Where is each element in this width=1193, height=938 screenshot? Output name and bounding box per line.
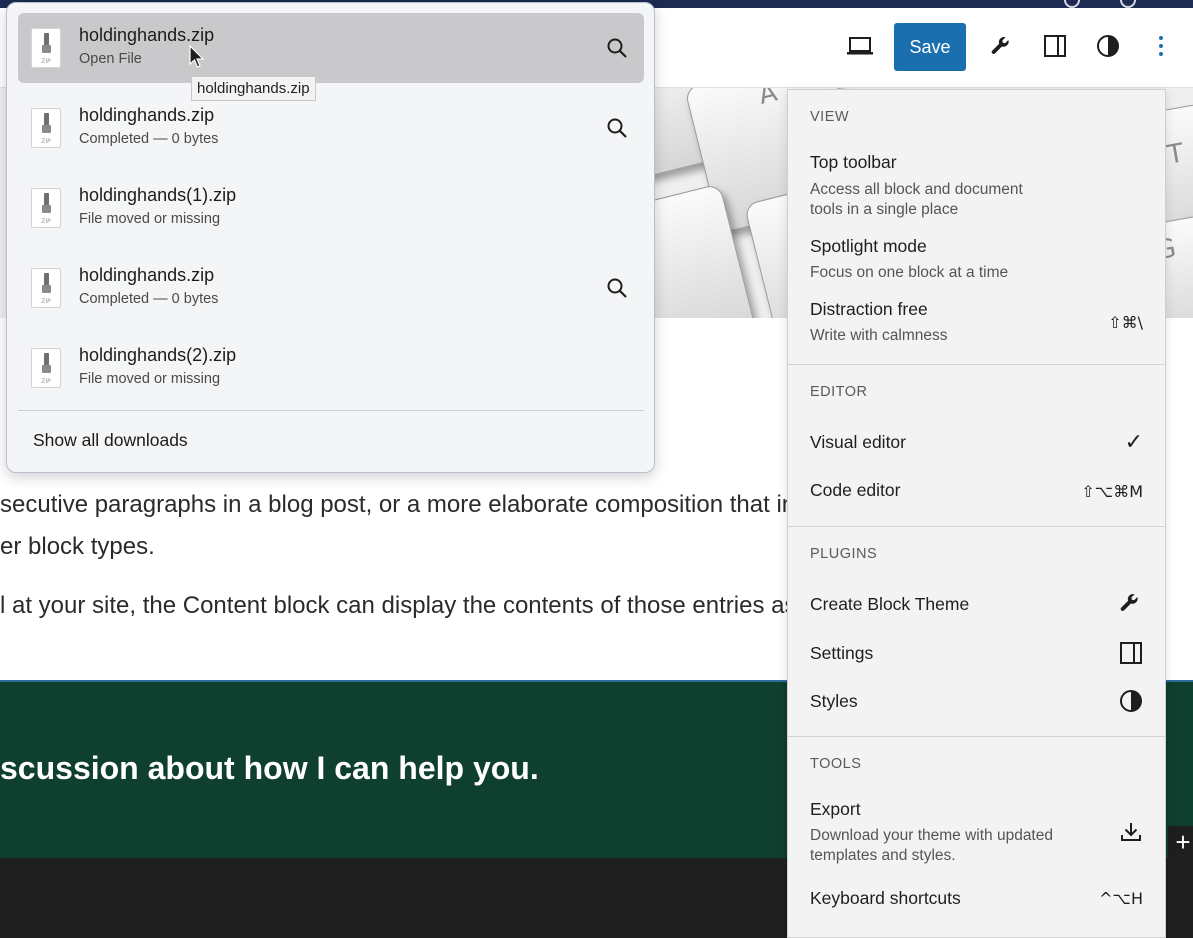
download-item[interactable]: ZIP holdinghands(2).zip File moved or mi… [18,333,644,403]
menu-item-title: Code editor [810,480,901,500]
menu-item-title: Top toolbar [810,152,897,172]
download-filename: holdinghands.zip [79,105,215,125]
download-filename: holdinghands.zip [79,265,215,285]
profile-circle-icon [1064,0,1080,8]
cta-heading[interactable]: scussion about how I can help you. [0,750,539,787]
menu-item-title: Styles [810,691,858,711]
sidebar-icon[interactable] [1038,22,1072,70]
menu-item-description: templates and styles. [810,847,956,864]
menu-item-spotlight-mode[interactable]: Spotlight mode Focus on one block at a t… [788,228,1165,284]
paragraph-line[interactable]: l at your site, the Content block can di… [0,592,796,620]
desktop-preview-icon[interactable] [842,22,878,70]
keyboard-shortcut: ^⌥H [1099,889,1143,908]
contrast-icon [1119,689,1143,713]
save-button[interactable]: Save [894,23,966,71]
add-block-icon[interactable]: + [1168,826,1193,858]
download-item[interactable]: ZIP holdinghands.zip Completed — 0 bytes [18,253,644,323]
download-status: Completed — 0 bytes [79,131,219,147]
menu-item-distraction-free[interactable]: Distraction free Write with calmness ⇧⌘\ [788,292,1165,352]
menu-separator [788,364,1165,365]
options-menu: VIEW Top toolbar Access all block and do… [787,89,1166,938]
zip-file-icon: ZIP [31,348,61,388]
menu-item-description: Access all block and document [810,181,1023,198]
show-in-folder-search-icon[interactable] [605,36,629,60]
section-label-tools: TOOLS [810,756,862,772]
zip-file-icon: ZIP [31,188,61,228]
menu-item-styles[interactable]: Styles [788,681,1165,723]
show-in-folder-search-icon[interactable] [605,276,629,300]
menu-item-title: Distraction free [810,299,928,319]
section-label-editor: EDITOR [810,384,868,400]
menu-item-title: Export [810,799,861,819]
wrench-icon[interactable] [984,22,1018,70]
menu-item-description: Write with calmness [810,327,948,344]
download-filename: holdinghands.zip [79,25,215,45]
menu-separator [788,736,1165,737]
more-options-icon[interactable] [1148,22,1174,70]
section-label-plugins: PLUGINS [810,546,878,562]
section-label-view: VIEW [810,109,850,125]
show-all-downloads-link[interactable]: Show all downloads [33,430,188,451]
menu-item-create-block-theme[interactable]: Create Block Theme [788,584,1165,626]
menu-item-title: Spotlight mode [810,236,927,256]
menu-item-description: Download your theme with updated [810,827,1053,844]
checkmark-icon: ✓ [1124,430,1143,455]
extension-circle-icon [1120,0,1136,8]
wrench-icon [1119,592,1143,616]
zip-file-icon: ZIP [31,108,61,148]
menu-item-title: Visual editor [810,432,906,452]
sidebar-panel-icon [1119,641,1143,665]
download-item[interactable]: ZIP holdinghands.zip Completed — 0 bytes [18,93,644,163]
download-status: File moved or missing [79,211,221,227]
menu-item-export[interactable]: Export Download your theme with updated … [788,792,1165,872]
menu-item-title: Settings [810,643,874,663]
download-status: Open File [79,51,142,67]
download-item[interactable]: ZIP holdinghands.zip Open File [18,13,644,83]
styles-contrast-icon[interactable] [1091,22,1125,70]
menu-item-description: tools in a single place [810,201,959,218]
zip-file-icon: ZIP [31,268,61,308]
menu-item-visual-editor[interactable]: Visual editor ✓ [788,422,1165,464]
downloads-panel: ZIP holdinghands.zip Open File ZIP holdi… [6,2,655,473]
zip-file-icon: ZIP [31,28,61,68]
keyboard-shortcut: ⇧⌥⌘M [1081,482,1143,501]
download-status: Completed — 0 bytes [79,291,219,307]
mouse-cursor-icon [189,44,205,74]
menu-item-settings[interactable]: Settings [788,633,1165,675]
menu-separator [788,526,1165,527]
download-filename: holdinghands(1).zip [79,185,237,205]
download-item[interactable]: ZIP holdinghands(1).zip File moved or mi… [18,173,644,243]
menu-item-top-toolbar[interactable]: Top toolbar Access all block and documen… [788,142,1165,222]
menu-item-code-editor[interactable]: Code editor ⇧⌥⌘M [788,470,1165,512]
download-icon [1119,820,1143,844]
download-status: File moved or missing [79,371,221,387]
menu-item-title: Keyboard shortcuts [810,888,961,908]
show-in-folder-search-icon[interactable] [605,116,629,140]
filename-tooltip: holdinghands.zip [191,76,316,101]
paragraph-line[interactable]: secutive paragraphs in a blog post, or a… [0,491,807,519]
menu-item-keyboard-shortcuts[interactable]: Keyboard shortcuts ^⌥H [788,880,1165,920]
keyboard-shortcut: ⇧⌘\ [1108,313,1143,332]
menu-item-title: Create Block Theme [810,594,970,614]
divider [18,410,644,411]
menu-item-description: Focus on one block at a time [810,264,1009,281]
paragraph-line[interactable]: er block types. [0,533,155,561]
download-filename: holdinghands(2).zip [79,345,237,365]
